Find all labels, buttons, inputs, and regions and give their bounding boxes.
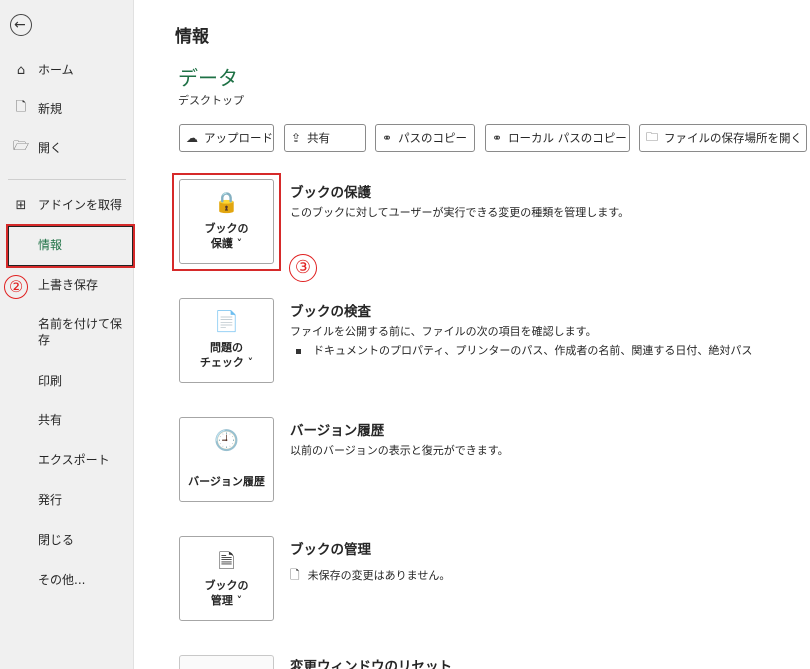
upload-button[interactable]: ☁ アップロード [179,124,274,152]
manage-document-icon: 🗎 [218,549,235,573]
sidebar-item-new[interactable]: 🗋 新規 [0,91,134,127]
annotation-number-3: ③ [289,254,317,282]
annotation-number-2: ② [4,275,28,299]
sidebar-item-label: 名前を付けて保存 [38,317,123,347]
protect-title: ブックの保護 [290,185,371,201]
sidebar-item-label: その他... [38,573,86,587]
inspect-title: ブックの検査 [290,304,371,320]
sidebar-item-label: 開く [38,141,63,155]
reset-window-title: 変更ウィンドウのリセット [290,659,452,669]
upload-cloud-icon: ☁ [186,131,198,145]
share-button[interactable]: ⇪ 共有 [284,124,366,152]
document-status-icon: 🗋 [290,568,300,582]
folder-open-icon: 🗁 [12,139,30,154]
page-title: 情報 [175,27,209,47]
sidebar-divider [8,179,126,180]
link-icon: ⚭ [492,131,503,145]
copy-local-path-button[interactable]: ⚭ ローカル パスのコピー [485,124,630,152]
sidebar-item-print[interactable]: 印刷 [0,363,134,399]
inspect-bullet: ドキュメントのプロパティ、プリンターのパス、作成者の名前、関連する日付、絶対パス [296,342,752,358]
sidebar-item-home[interactable]: ⌂ ホーム [0,52,134,88]
sidebar-item-label: 発行 [38,493,63,507]
history-clock-icon: 🕘 [214,428,239,452]
manage-status: 🗋 未保存の変更はありません。 [290,566,450,587]
sidebar-item-publish[interactable]: 発行 [0,482,134,518]
manage-title: ブックの管理 [290,542,371,558]
sidebar-item-label: 共有 [38,413,63,427]
sidebar-item-label: 閉じる [38,533,75,547]
document-location: デスクトップ [178,94,244,107]
version-history-description: 以前のバージョンの表示と復元ができます。 [290,444,509,457]
sidebar-item-label: 新規 [38,102,63,116]
folder-icon: 🗀 [646,129,659,144]
sidebar-item-label: アドインを取得 [38,198,123,212]
protect-description: このブックに対してユーザーが実行できる変更の種類を管理します。 [290,206,630,219]
back-button[interactable]: ← [10,14,32,36]
addins-grid-icon: ⊞ [15,197,27,213]
home-icon: ⌂ [16,62,26,78]
version-history-button[interactable]: 🕘 バージョン履歴 [179,417,274,502]
share-icon: ⇪ [291,131,302,145]
new-document-icon: 🗋 [15,100,27,115]
inspect-document-icon: 📄 [214,309,239,333]
sidebar-item-get-addins[interactable]: ⊞ アドインを取得 [0,187,134,223]
link-icon: ⚭ [382,131,393,145]
sidebar-item-open[interactable]: 🗁 開く [0,130,134,166]
sidebar-item-close[interactable]: 閉じる [0,522,134,558]
version-history-title: バージョン履歴 [290,423,385,439]
check-for-issues-button[interactable]: 📄 問題の チェック ˅ [179,298,274,383]
open-file-location-button[interactable]: 🗀 ファイルの保存場所を開く [639,124,807,152]
sidebar-item-export[interactable]: エクスポート [0,442,134,478]
protect-highlight-box [172,173,281,271]
sidebar-item-more[interactable]: その他... [0,562,134,598]
manage-workbook-button[interactable]: 🗎 ブックの 管理 ˅ [179,536,274,621]
back-arrow-icon: ← [14,17,26,33]
reset-window-button[interactable] [179,655,274,669]
sidebar-item-save-as[interactable]: 名前を付けて保存 [0,314,134,354]
sidebar-item-label: エクスポート [38,453,110,467]
copy-path-button[interactable]: ⚭ パスのコピー [375,124,475,152]
document-name: データ [178,66,238,90]
inspect-description: ファイルを公開する前に、ファイルの次の項目を確認します。 [290,325,597,338]
info-highlight-box [6,224,135,268]
sidebar-item-share[interactable]: 共有 [0,402,134,438]
sidebar-item-label: 印刷 [38,374,63,388]
backstage-sidebar: ← ⌂ ホーム 🗋 新規 🗁 開く ⊞ アドインを取得 情報 上書き保存 名前を… [0,0,134,669]
sidebar-item-label: ホーム [38,63,74,77]
sidebar-item-label: 上書き保存 [38,278,99,292]
